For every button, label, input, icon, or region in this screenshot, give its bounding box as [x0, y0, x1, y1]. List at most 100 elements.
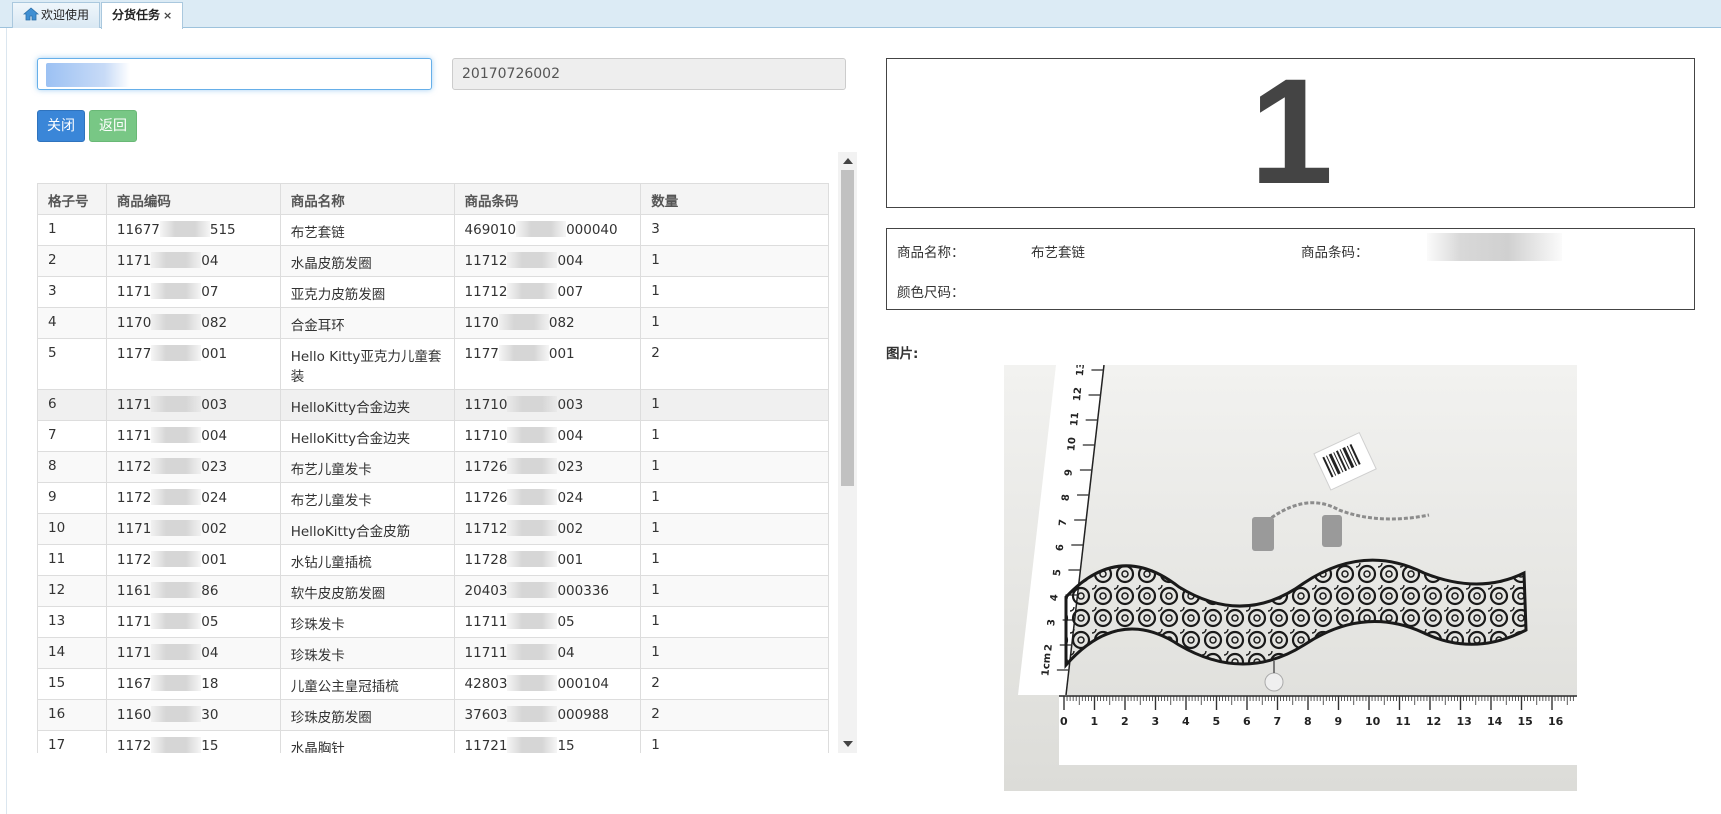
cell-code: 1161 86	[105, 575, 281, 607]
redacted-blur	[151, 427, 202, 443]
table-row[interactable]: 13 1171 05 珍珠发卡 11711 05 1	[37, 606, 829, 638]
cell-barcode: 11710 003	[453, 389, 642, 421]
redacted-blur	[507, 252, 558, 268]
ruler-x-label: 6	[1243, 715, 1251, 728]
cell-slot: 9	[37, 482, 107, 514]
cell-qty: 1	[640, 482, 829, 514]
cell-code: 1170 082	[105, 307, 281, 339]
ruler-x-label: 15	[1518, 715, 1533, 728]
ruler-y-label: 9	[1063, 469, 1075, 477]
scan-input[interactable]	[37, 58, 432, 90]
header-code[interactable]: 商品编码	[105, 183, 281, 215]
scroll-down-icon[interactable]	[843, 741, 853, 747]
table-row[interactable]: 1 11677 515 布艺套链 469010 000040 3	[37, 214, 829, 246]
cell-qty: 1	[640, 730, 829, 753]
table-row[interactable]: 14 1171 04 珍珠发卡 11711 04 1	[37, 637, 829, 669]
tab-distribution-task[interactable]: 分货任务 ×	[101, 2, 184, 29]
header-barcode[interactable]: 商品条码	[453, 183, 642, 215]
table-row[interactable]: 12 1161 86 软牛皮皮筋发圈 20403 000336 1	[37, 575, 829, 607]
redacted-blur	[151, 551, 202, 567]
cell-code: 1167 18	[105, 668, 281, 700]
items-table-container: 格子号 商品编码 商品名称 商品条码 数量 1 11677 515 布艺套链 46901…	[37, 152, 857, 753]
table-row[interactable]: 9 1172 024 布艺儿童发卡 11726 024 1	[37, 482, 829, 514]
cell-barcode: 42803 000104	[453, 668, 642, 700]
cell-slot: 11	[37, 544, 107, 576]
choker-necklace-image: 13121110987654321cm 0 1 2 3 4 5 6 7 8 9 10 11 12 13 14…	[1004, 365, 1577, 791]
table-row[interactable]: 3 1171 07 亚克力皮筋发圈 11712 007 1	[37, 276, 829, 308]
ruler-x-label: 3	[1152, 715, 1160, 728]
cell-barcode: 11712 002	[453, 513, 642, 545]
cell-name: 软牛皮皮筋发圈	[279, 575, 455, 607]
table-row[interactable]: 11 1172 001 水钻儿童插梳 11728 001 1	[37, 544, 829, 576]
cell-qty: 1	[640, 389, 829, 421]
table-scrollbar[interactable]	[838, 152, 857, 753]
redacted-blur	[507, 582, 558, 598]
close-icon[interactable]: ×	[163, 9, 172, 22]
cell-qty: 1	[640, 575, 829, 607]
table-row[interactable]: 17 1172 15 水晶胸针 11721 15 1	[37, 730, 829, 753]
cell-barcode: 11726 023	[453, 451, 642, 483]
cell-barcode: 469010 000040	[453, 214, 642, 246]
redacted-blur	[498, 345, 549, 361]
redacted-blur	[507, 520, 558, 536]
cell-barcode: 20403 000336	[453, 575, 642, 607]
cell-slot: 17	[37, 730, 107, 753]
redacted-blur	[151, 458, 202, 474]
ruler-x-label: 13	[1457, 715, 1472, 728]
scroll-up-icon[interactable]	[843, 158, 853, 164]
cell-barcode: 11721 15	[453, 730, 642, 753]
cell-qty: 1	[640, 606, 829, 638]
cell-slot: 6	[37, 389, 107, 421]
ruler-x-label: 5	[1213, 715, 1221, 728]
ruler-y-label: 1cm	[1040, 652, 1053, 676]
ruler-x-label: 8	[1304, 715, 1312, 728]
table-row[interactable]: 16 1160 30 珍珠皮筋发圈 37603 000988 2	[37, 699, 829, 731]
scrollbar-thumb[interactable]	[841, 170, 854, 486]
cell-qty: 1	[640, 420, 829, 452]
ruler-y-label: 12	[1072, 387, 1084, 402]
table-row[interactable]: 8 1172 023 布艺儿童发卡 11726 023 1	[37, 451, 829, 483]
cell-qty: 1	[640, 276, 829, 308]
cell-slot: 15	[37, 668, 107, 700]
table-row[interactable]: 6 1171 003 HelloKitty合金边夹 11710 003 1	[37, 389, 829, 421]
redacted-blur	[151, 582, 202, 598]
cell-barcode: 11726 024	[453, 482, 642, 514]
cell-slot: 8	[37, 451, 107, 483]
cell-name: 珍珠发卡	[279, 606, 455, 638]
cell-barcode: 37603 000988	[453, 699, 642, 731]
header-slot[interactable]: 格子号	[37, 183, 107, 215]
header-name[interactable]: 商品名称	[279, 183, 455, 215]
back-button[interactable]: 返回	[89, 110, 137, 142]
ruler-y-label: 8	[1061, 494, 1073, 502]
cell-name: 水晶皮筋发圈	[279, 245, 455, 277]
table-row[interactable]: 10 1171 002 HelloKitty合金皮筋 11712 002 1	[37, 513, 829, 545]
close-button[interactable]: 关闭	[37, 110, 85, 142]
redacted-blur	[151, 706, 202, 722]
table-row[interactable]: 4 1170 082 合金耳环 1170 082 1	[37, 307, 829, 339]
cell-name: 布艺套链	[279, 214, 455, 246]
table-row[interactable]: 2 1171 04 水晶皮筋发圈 11712 004 1	[37, 245, 829, 277]
ruler-x-label: 9	[1335, 715, 1343, 728]
horizontal-ruler	[1059, 695, 1577, 765]
cell-code: 1171 003	[105, 389, 281, 421]
task-number-field[interactable]: 20170726002	[452, 58, 846, 90]
ruler-y-label: 11	[1069, 412, 1081, 427]
items-table: 格子号 商品编码 商品名称 商品条码 数量 1 11677 515 布艺套链 46901…	[37, 183, 829, 753]
cell-name: 儿童公主皇冠插梳	[279, 668, 455, 700]
table-row[interactable]: 15 1167 18 儿童公主皇冠插梳 42803 000104 2	[37, 668, 829, 700]
tab-welcome[interactable]: 欢迎使用	[12, 2, 101, 28]
table-row[interactable]: 5 1177 001 Hello Kitty亚克力儿童套装 1177 001 2	[37, 338, 829, 390]
header-qty[interactable]: 数量	[640, 183, 829, 215]
table-row[interactable]: 7 1171 004 HelloKitty合金边夹 11710 004 1	[37, 420, 829, 452]
cell-qty: 2	[640, 338, 829, 390]
cell-barcode: 11712 007	[453, 276, 642, 308]
redacted-blur	[507, 706, 558, 722]
product-name-value: 布艺套链	[1031, 245, 1085, 261]
product-photo: 13 12 11 10 9 8 7 6 5 4 3 2 1cm 0 1 2 3 4 5 6 7 8 9 10 11 12 13 14…	[1004, 365, 1577, 791]
cell-name: HelloKitty合金皮筋	[279, 513, 455, 545]
cell-code: 1171 04	[105, 637, 281, 669]
selected-text-highlight	[46, 63, 130, 87]
tab-bar: 欢迎使用 分货任务 ×	[0, 0, 1721, 29]
ruler-y-label: 3	[1046, 619, 1058, 627]
cell-slot: 3	[37, 276, 107, 308]
